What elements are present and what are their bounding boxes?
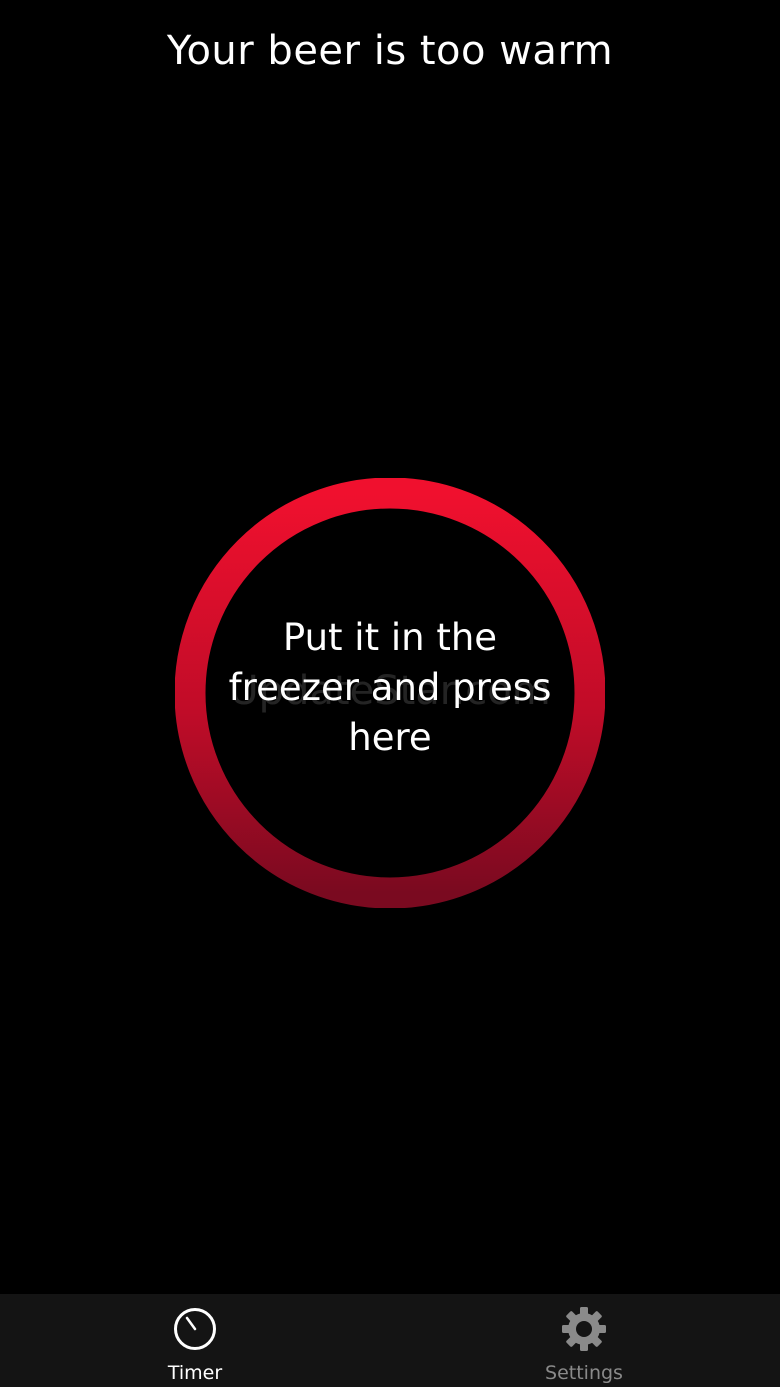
tab-bar: Timer Settings xyxy=(0,1294,780,1387)
tab-timer-label: Timer xyxy=(167,1362,223,1384)
tab-settings-label: Settings xyxy=(545,1362,623,1384)
gear-icon xyxy=(562,1307,606,1351)
tab-settings[interactable]: Settings xyxy=(484,1294,684,1387)
timer-icon xyxy=(174,1308,216,1350)
page-title: Your beer is too warm xyxy=(166,28,614,74)
button-instruction-text: Put it in the freezer and press here xyxy=(228,616,552,759)
freezer-start-button[interactable]: Put it in the freezer and press here xyxy=(175,478,605,908)
tab-timer[interactable]: Timer xyxy=(95,1294,295,1387)
